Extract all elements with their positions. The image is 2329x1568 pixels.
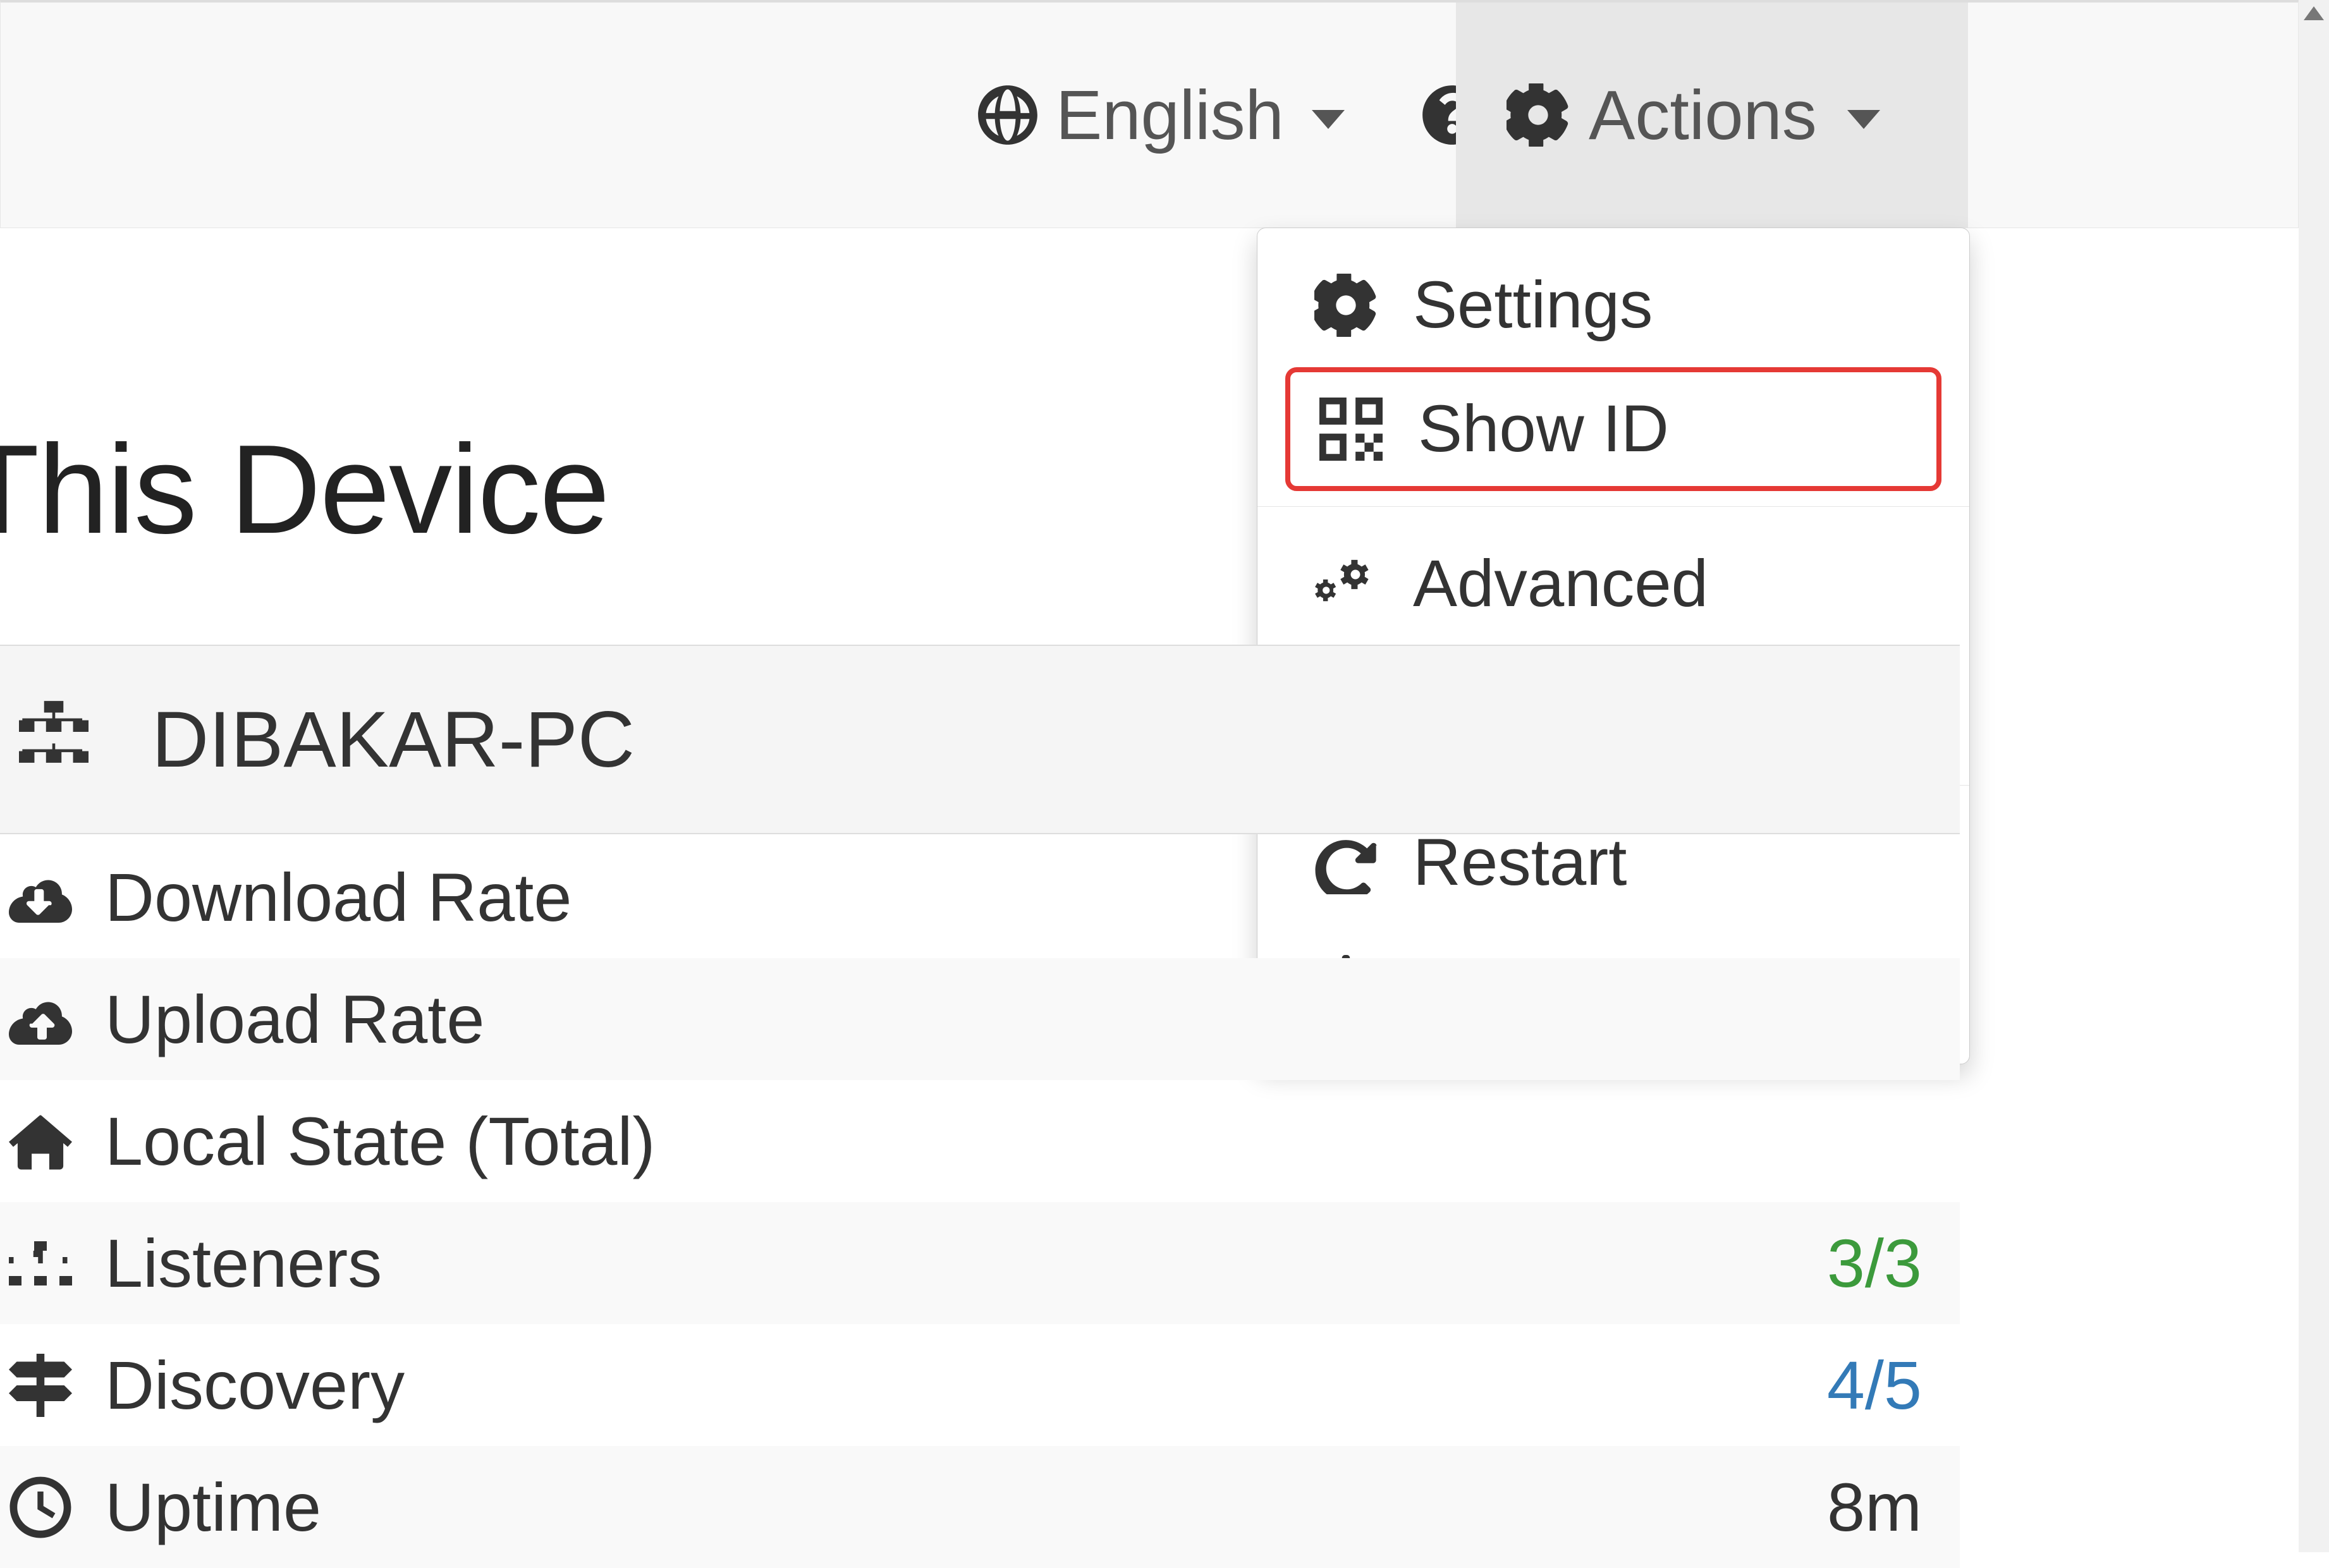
home-icon — [9, 1110, 72, 1173]
cog-icon — [1507, 83, 1570, 147]
scrollbar[interactable] — [2299, 0, 2329, 1552]
row-label: Local State (Total) — [105, 1102, 655, 1181]
menu-item-advanced[interactable]: Advanced — [1257, 522, 1969, 646]
row-value: 8m — [1827, 1468, 1960, 1547]
row-local-state: Local State (Total) — [0, 1080, 1960, 1202]
row-download-rate: Download Rate — [0, 836, 1960, 958]
globe-icon — [976, 83, 1039, 147]
menu-label: Settings — [1413, 267, 1653, 343]
row-label: Uptime — [105, 1468, 321, 1547]
menu-label: Show ID — [1418, 391, 1669, 467]
qrcode-icon — [1319, 398, 1383, 461]
row-upload-rate: Upload Rate — [0, 958, 1960, 1080]
device-panel-header[interactable]: DIBAKAR-PC — [0, 645, 1960, 834]
dropdown-divider — [1257, 506, 1969, 507]
row-label: Listeners — [105, 1224, 382, 1303]
scroll-up-arrow-icon[interactable] — [2304, 6, 2324, 20]
row-label: Upload Rate — [105, 980, 484, 1059]
row-discovery: Discovery 4/5 — [0, 1324, 1960, 1446]
menu-item-show-id[interactable]: Show ID — [1285, 367, 1941, 491]
row-value[interactable]: 3/3 — [1827, 1224, 1960, 1303]
caret-down-icon — [1847, 110, 1880, 129]
menu-label: Advanced — [1413, 546, 1708, 622]
row-label: Download Rate — [105, 858, 572, 937]
row-label: Discovery — [105, 1346, 405, 1425]
cogs-icon — [1314, 552, 1378, 616]
menu-item-settings[interactable]: Settings — [1257, 243, 1969, 367]
device-stats: Download Rate Upload Rate Local State (T… — [0, 836, 1960, 1568]
row-uptime: Uptime 8m — [0, 1446, 1960, 1568]
signpost-icon — [9, 1354, 72, 1417]
device-name: DIBAKAR-PC — [152, 695, 635, 785]
device-icon — [19, 695, 89, 785]
row-value[interactable]: 4/5 — [1827, 1346, 1960, 1425]
cog-icon — [1314, 274, 1378, 337]
language-label: English — [1056, 75, 1284, 155]
actions-label: Actions — [1589, 75, 1817, 155]
page-title: This Device — [0, 417, 609, 562]
actions-menu-button[interactable]: Actions — [1456, 3, 1968, 228]
clock-icon — [9, 1476, 72, 1539]
language-menu[interactable]: English — [938, 3, 1383, 228]
sitemap-icon — [9, 1232, 72, 1295]
row-listeners: Listeners 3/3 — [0, 1202, 1960, 1324]
cloud-download-icon — [9, 866, 72, 929]
cloud-upload-icon — [9, 988, 72, 1051]
caret-down-icon — [1312, 110, 1345, 129]
